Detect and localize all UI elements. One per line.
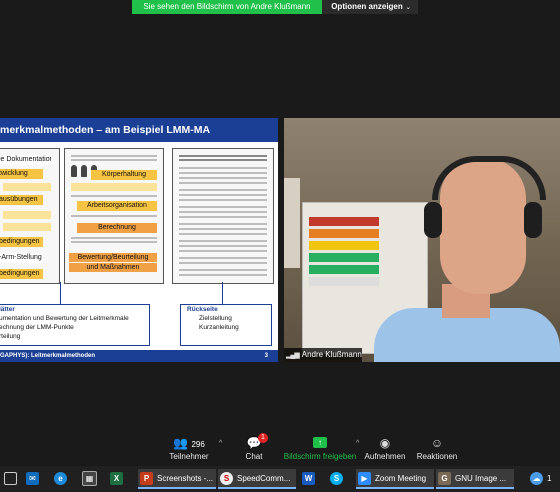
document-thumbnail-left: ie Dokumentation twicklung ausübungen be…	[0, 148, 60, 284]
view-options-label: Optionen anzeigen	[331, 2, 403, 11]
participants-button[interactable]: 👥 296 Teilnehmer	[160, 434, 218, 461]
share-caret-icon[interactable]: ^	[356, 440, 359, 447]
task-view-button[interactable]	[4, 469, 21, 489]
taskbar-zoom-label: Zoom Meeting	[375, 474, 427, 483]
info-box-heading: Rückseite	[187, 306, 218, 313]
label-bedingungen: bedingungen	[0, 237, 43, 247]
info-box-line: rteilung	[0, 333, 21, 340]
participants-label: Teilnehmer	[169, 452, 209, 461]
taskbar-powerpoint-label: Screenshots -...	[157, 474, 214, 483]
label-bedingungen-2: bedingungen	[0, 269, 43, 279]
label-massnahmen: und Maßnahmen	[69, 263, 157, 272]
browser-icon: e	[54, 472, 67, 486]
info-box-heading: lätter	[0, 306, 15, 313]
taskbar-speedcomm-label: SpeedComm...	[237, 474, 291, 483]
chevron-down-icon: ⌄	[405, 5, 411, 11]
slide-page-number: 3	[264, 353, 268, 359]
chat-unread-badge: 1	[258, 433, 268, 443]
shared-screen-slide: merkmalmethoden – am Beispiel LMM-MA ie …	[0, 118, 278, 362]
label-arm-stellung: -Arm-Stellung	[0, 253, 43, 263]
info-box-rueckseite: Rückseite Zielstellung Kurzanleitung	[180, 304, 272, 346]
headphone-left	[424, 202, 442, 238]
taskbar-excel[interactable]: X	[110, 469, 127, 489]
view-options-button[interactable]: Optionen anzeigen ⌄	[324, 0, 418, 14]
task-view-icon	[4, 472, 17, 486]
participants-caret-icon[interactable]: ^	[219, 440, 222, 447]
reactions-icon: ☺	[430, 436, 444, 450]
gimp-icon: G	[438, 472, 451, 486]
label-berechnung: Berechnung	[77, 223, 157, 233]
label-entwicklung: twicklung	[0, 169, 43, 179]
info-box-line: echnung der LMM-Punkte	[0, 324, 74, 331]
share-screen-label: Bildschirm freigeben	[283, 452, 357, 461]
signal-bars-icon: ▂▄▆	[286, 352, 300, 359]
taskbar-gimp[interactable]: G GNU Image ...	[436, 469, 514, 489]
label-dokumentation: ie Dokumentation	[0, 155, 51, 165]
mail-icon: ✉	[26, 472, 39, 486]
zoom-icon: ▶	[358, 472, 371, 486]
store-icon: ▦	[82, 471, 97, 487]
taskbar-zoom[interactable]: ▶ Zoom Meeting	[356, 469, 434, 489]
label-koerperhaltung: Körperhaltung	[91, 170, 157, 180]
label-arbeitsorganisation: Arbeitsorganisation	[77, 201, 157, 211]
info-box-line: Zielstellung	[199, 315, 232, 322]
taskbar-speedcomm[interactable]: S SpeedComm...	[218, 469, 296, 489]
document-thumbnail-right	[172, 148, 274, 284]
reactions-label: Reaktionen	[416, 452, 458, 461]
wall-frame	[284, 178, 300, 268]
participants-count: 296	[191, 440, 205, 449]
record-label: Aufnehmen	[364, 452, 406, 461]
skype-icon: S	[330, 472, 343, 486]
label-ausuebungen: ausübungen	[0, 195, 43, 205]
participant-name: Andre Klußmann	[301, 350, 362, 359]
taskbar-word[interactable]: W	[302, 469, 319, 489]
speedcomm-icon: S	[220, 472, 233, 486]
participants-icon: 👥 296	[173, 436, 205, 450]
record-icon: ◉	[379, 436, 391, 450]
record-button[interactable]: ◉ Aufnehmen	[362, 434, 408, 461]
info-box-line: Kurzanleitung	[199, 324, 239, 331]
reactions-button[interactable]: ☺ Reaktionen	[414, 434, 460, 461]
taskbar-store[interactable]: ▦	[82, 469, 101, 489]
excel-icon: X	[110, 472, 123, 486]
tray-text: 1	[547, 474, 552, 483]
document-thumbnail-middle: Körperhaltung Arbeitsorganisation Berech…	[64, 148, 164, 284]
slide-footer: GAPHYS): Leitmerkmalmethoden 3	[0, 350, 278, 362]
taskbar-edge[interactable]: e	[54, 469, 71, 489]
taskbar-skype[interactable]: S	[330, 469, 347, 489]
share-screen-button[interactable]: Bildschirm freigeben	[282, 434, 358, 461]
taskbar-mail[interactable]: ✉	[26, 469, 43, 489]
chat-label: Chat	[245, 452, 263, 461]
cloud-icon: ☁	[530, 472, 543, 486]
screen-share-notice: Sie sehen den Bildschirm von Andre Klußm…	[132, 0, 322, 14]
speaker-video[interactable]: ▂▄▆ Andre Klußmann	[284, 118, 560, 362]
powerpoint-icon: P	[140, 472, 153, 486]
word-icon: W	[302, 472, 315, 486]
info-box-blaetter: lätter umentation und Bewertung der Leit…	[0, 304, 150, 346]
taskbar-gimp-label: GNU Image ...	[455, 474, 507, 483]
participant-name-tag: ▂▄▆ Andre Klußmann	[284, 348, 362, 362]
taskbar-tray[interactable]: ☁ 1	[530, 469, 551, 489]
slide-title: merkmalmethoden – am Beispiel LMM-MA	[0, 118, 278, 142]
headphone-right	[524, 202, 542, 238]
info-box-line: umentation und Bewertung der Leitmerkmal…	[0, 315, 129, 322]
slide-footer-text: GAPHYS): Leitmerkmalmethoden	[0, 353, 96, 359]
label-bewertung: Bewertung/Beurteilung	[69, 253, 157, 262]
taskbar-powerpoint[interactable]: P Screenshots -...	[138, 469, 216, 489]
